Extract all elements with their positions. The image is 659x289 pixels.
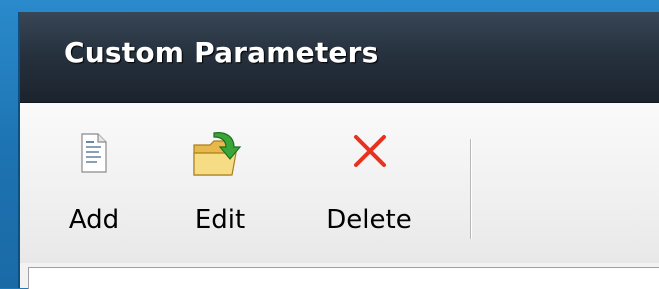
delete-button[interactable]: Delete [314, 121, 424, 241]
add-button[interactable]: Add [64, 121, 124, 241]
red-x-icon [352, 133, 388, 173]
delete-label: Delete [326, 205, 412, 235]
title-bar[interactable]: Custom Parameters [20, 12, 659, 103]
edit-button[interactable]: Edit [180, 121, 260, 241]
content-panel [28, 267, 659, 289]
window-title: Custom Parameters [64, 36, 379, 69]
document-icon [81, 133, 107, 177]
add-label: Add [68, 205, 120, 235]
toolbar: Add Edit Delete [20, 103, 659, 263]
edit-label: Edit [194, 205, 246, 235]
folder-arrow-icon [192, 129, 248, 185]
toolbar-separator [470, 139, 471, 239]
custom-parameters-window: Custom Parameters Add Edit Delete [20, 12, 659, 289]
